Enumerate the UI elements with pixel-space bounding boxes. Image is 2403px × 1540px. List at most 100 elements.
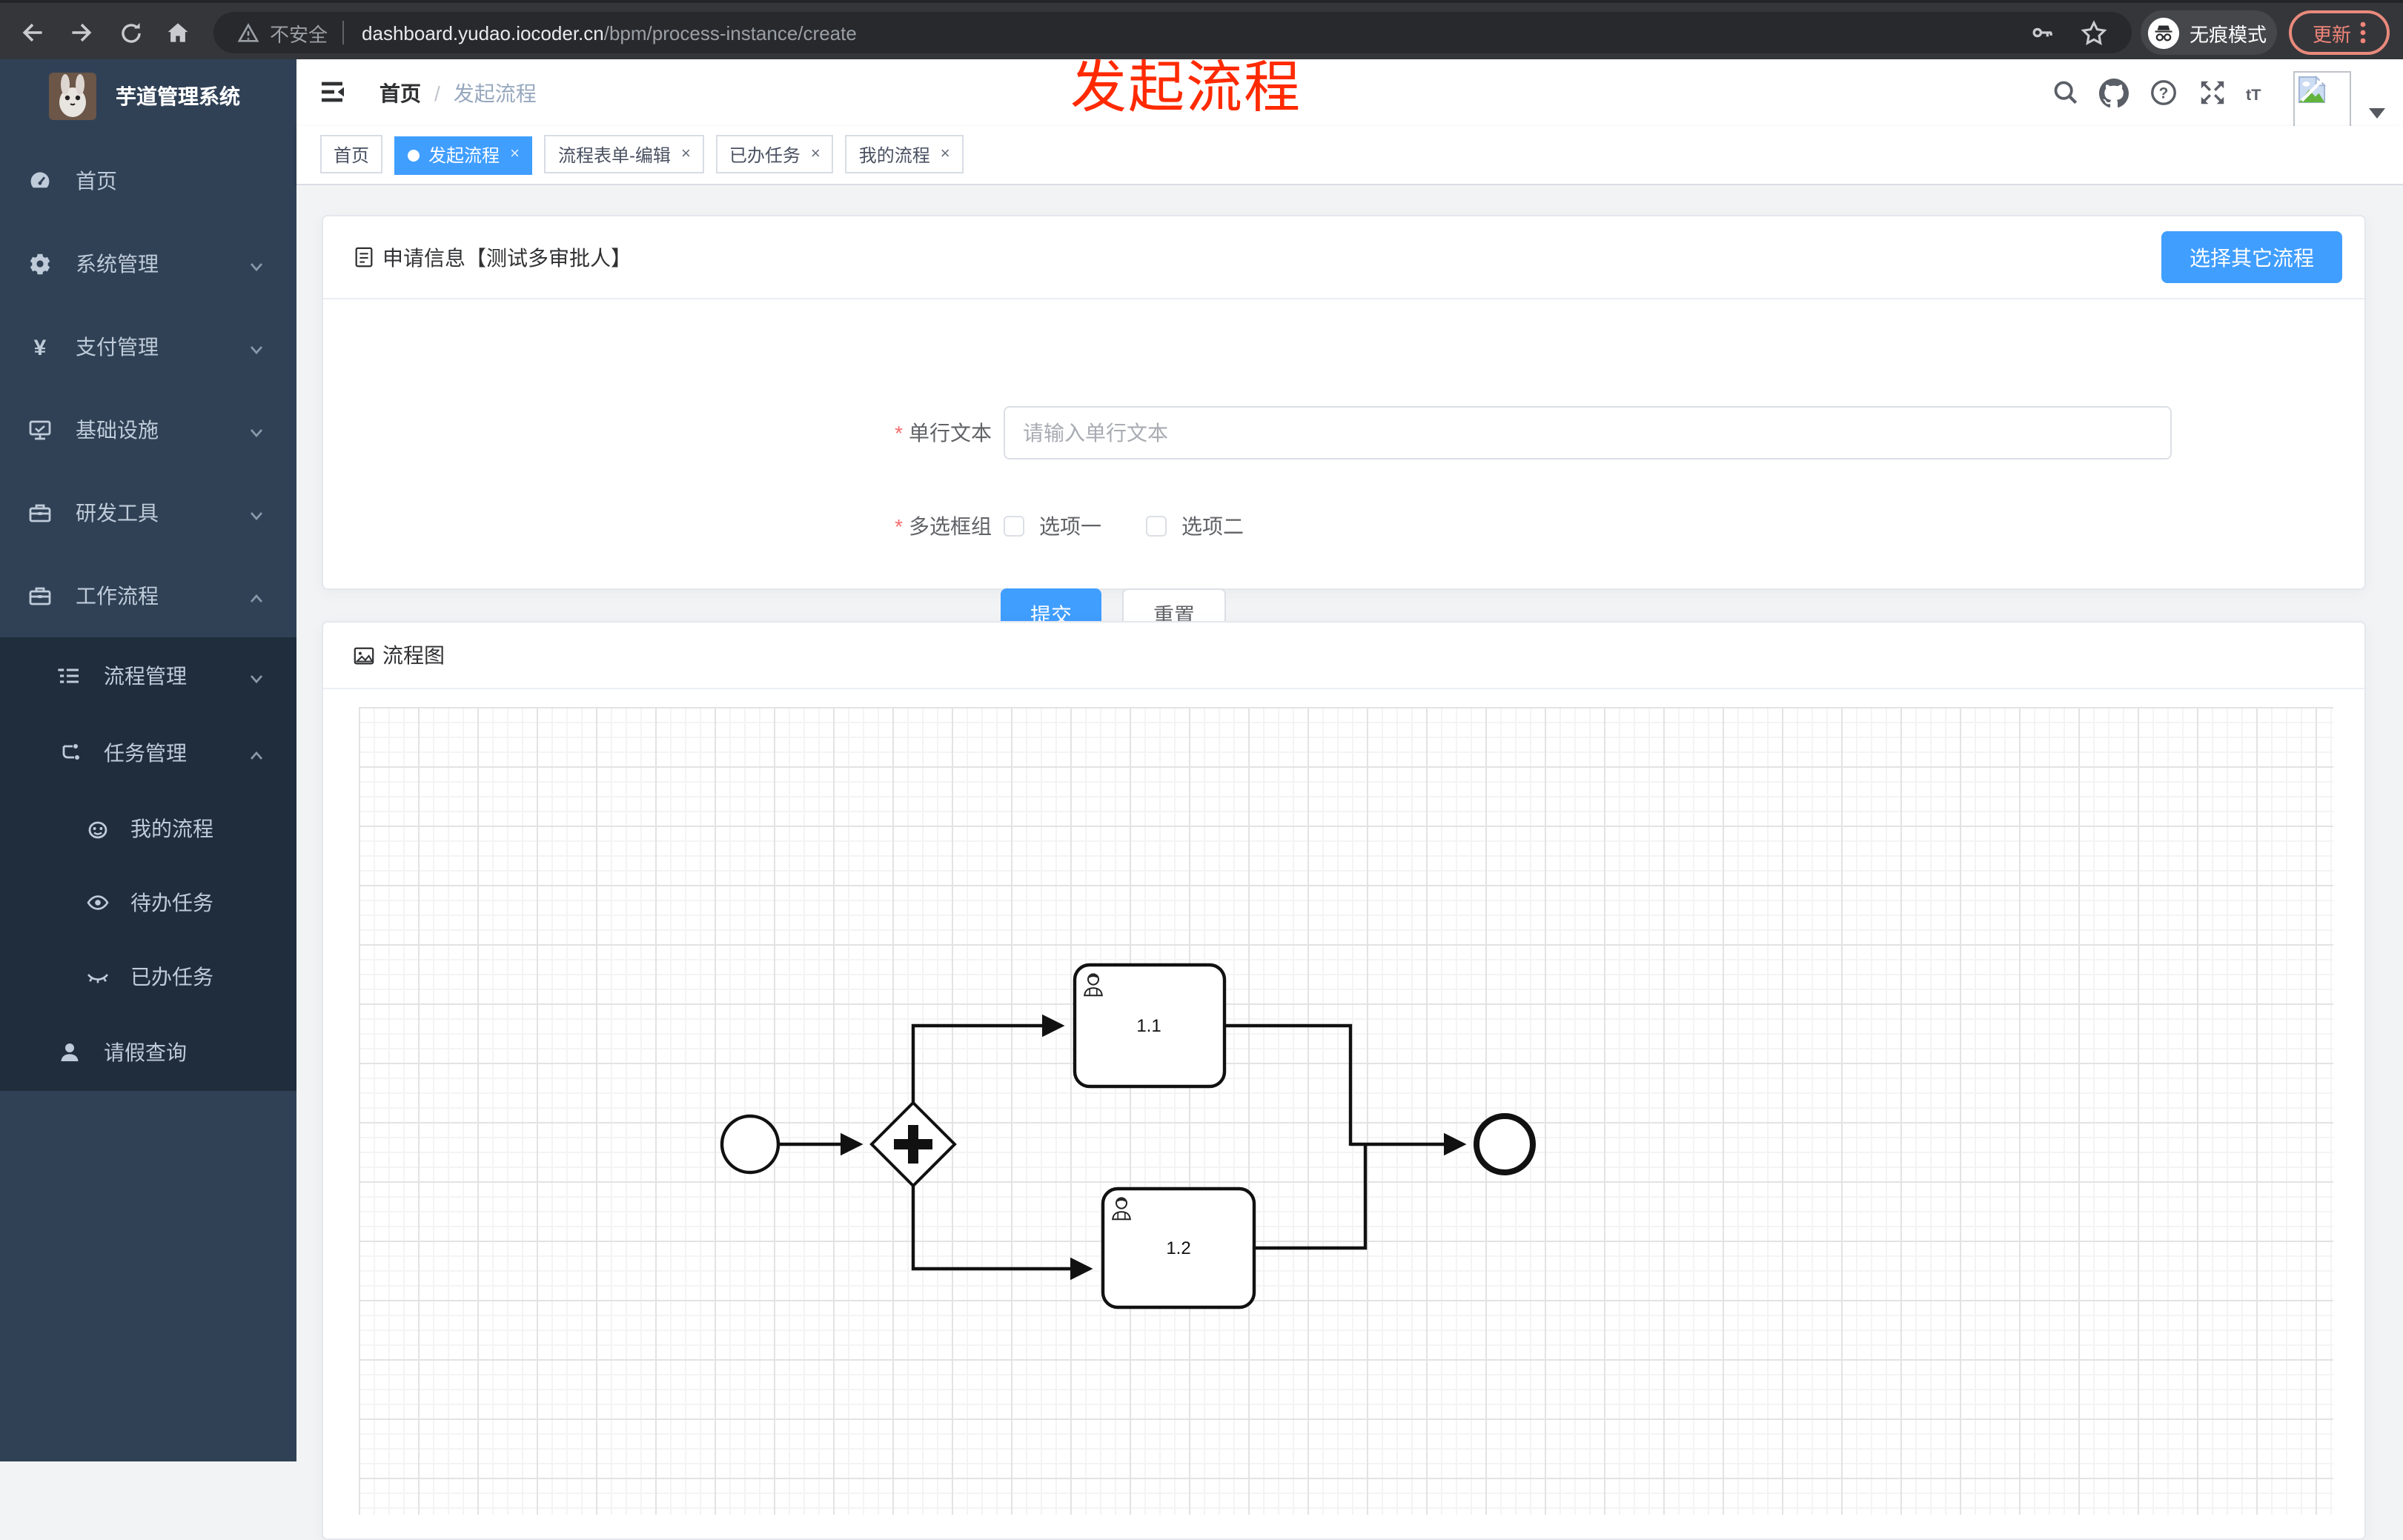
user-task-2-node[interactable]: 1.2	[1101, 1186, 1256, 1310]
process-diagram-title: 流程图	[382, 643, 445, 667]
tab-首页[interactable]: 首页	[320, 135, 383, 173]
monitor-icon	[28, 418, 52, 442]
hamburger-icon	[322, 82, 344, 102]
select-other-process-button[interactable]: 选择其它流程	[2161, 231, 2342, 283]
bpmn-canvas[interactable]: 1.1 1.2	[359, 707, 2333, 1515]
checkbox-option-1[interactable]: 选项一	[1004, 511, 1101, 541]
forward-arrow-icon	[72, 23, 92, 42]
end-event-node[interactable]	[1474, 1113, 1536, 1175]
app-logo-avatar	[49, 73, 96, 120]
github-link[interactable]	[2099, 78, 2129, 107]
browser-back-button[interactable]	[15, 15, 50, 50]
sidebar-item-infrastructure[interactable]: 基础设施	[0, 388, 296, 471]
tab-close-icon[interactable]: ×	[811, 145, 821, 162]
url-domain: dashboard.yudao.iocoder.cn	[362, 21, 604, 44]
url-path: /bpm/process-instance/create	[603, 21, 857, 44]
sidebar-item-my-process[interactable]: 我的流程	[0, 791, 296, 866]
browser-update-button[interactable]: 更新	[2289, 10, 2390, 55]
sidebar-collapse-button[interactable]	[317, 77, 347, 107]
sidebar-item-dev-tools[interactable]: 研发工具	[0, 471, 296, 554]
sidebar-item-label: 请假查询	[104, 1041, 187, 1064]
incognito-label: 无痕模式	[2190, 23, 2267, 45]
incognito-icon	[2147, 16, 2180, 49]
search-icon	[2053, 81, 2077, 104]
flow-gateway-to-task1	[911, 1014, 1065, 1104]
sidebar-item-payment-mgmt[interactable]: ¥ 支付管理	[0, 305, 296, 388]
single-line-label: * 单行文本	[895, 421, 992, 445]
font-size-button[interactable]: tT	[2246, 78, 2276, 107]
sidebar-item-label: 工作流程	[76, 584, 159, 608]
apply-info-card: 申请信息【测试多审批人】 选择其它流程 *单行文本 *多选框组 选项一选项二 提…	[322, 215, 2366, 642]
checkbox-group: 选项一 选项二	[1004, 499, 1288, 553]
question-circle-icon: ?	[2150, 80, 2175, 105]
sidebar-item-leave-query[interactable]: 请假查询	[0, 1014, 296, 1091]
browser-menu-dots-icon[interactable]	[2360, 21, 2366, 44]
browser-reload-button[interactable]	[113, 15, 148, 50]
sidebar-item-system-mgmt[interactable]: 系统管理	[0, 222, 296, 305]
picture-icon	[353, 644, 375, 666]
checkbox-box[interactable]	[1146, 516, 1167, 537]
document-icon	[353, 246, 375, 268]
browser-home-button[interactable]	[160, 15, 196, 50]
tab-close-icon[interactable]: ×	[510, 146, 520, 163]
avatar-dropdown-caret-icon[interactable]	[2369, 108, 2385, 119]
tab-流程表单-编辑[interactable]: 流程表单-编辑 ×	[544, 135, 704, 173]
broken-image-icon	[2298, 76, 2326, 104]
tab-label: 流程表单-编辑	[557, 145, 671, 165]
sidebar-item-label: 系统管理	[76, 252, 159, 276]
top-navbar: 首页 / 发起流程 ? tT	[296, 59, 2403, 129]
flow-icon	[58, 741, 82, 765]
tab-我的流程[interactable]: 我的流程 ×	[845, 135, 964, 173]
required-asterisk: *	[895, 514, 903, 538]
chevron-down-icon	[248, 258, 265, 276]
tab-close-icon[interactable]: ×	[941, 145, 950, 162]
sidebar-item-workflow[interactable]: 工作流程	[0, 554, 296, 637]
update-label: 更新	[2312, 23, 2351, 45]
font-size-icon: tT	[2246, 85, 2261, 104]
sidebar-item-done-tasks[interactable]: 已办任务	[0, 940, 296, 1014]
address-separator	[342, 21, 345, 44]
bookmark-star-icon[interactable]	[2080, 19, 2108, 47]
user-icon	[58, 1041, 82, 1064]
single-line-input[interactable]	[1004, 406, 2172, 459]
app-logo-row[interactable]: 芋道管理系统	[0, 59, 296, 133]
chevron-down-icon	[248, 341, 265, 359]
parallel-gateway-node[interactable]	[869, 1101, 957, 1188]
sidebar-item-home[interactable]: 首页	[0, 139, 296, 222]
screen: 不安全 dashboard.yudao.iocoder.cn/bpm/proce…	[0, 0, 2403, 1540]
checkbox-group-label: * 多选框组	[895, 514, 992, 538]
flow-gateway-to-task2	[911, 1184, 1093, 1281]
tab-发起流程[interactable]: 发起流程 ×	[394, 136, 533, 174]
sidebar-item-todo-tasks[interactable]: 待办任务	[0, 866, 296, 940]
tab-close-icon[interactable]: ×	[681, 145, 691, 162]
fullscreen-icon	[2200, 81, 2224, 104]
sidebar-item-process-mgmt[interactable]: 流程管理	[0, 637, 296, 714]
apply-info-card-header: 申请信息【测试多审批人】 选择其它流程	[323, 216, 2364, 299]
help-docs-button[interactable]: ?	[2148, 78, 2178, 107]
apply-info-title: 申请信息【测试多审批人】	[382, 245, 632, 269]
tab-label: 发起流程	[428, 145, 500, 166]
bpmn-diagram: 1.1 1.2	[720, 963, 1536, 1310]
not-secure-warning-icon	[237, 22, 259, 42]
flow-task2-to-join	[1254, 1143, 1368, 1250]
checkbox-box[interactable]	[1004, 516, 1024, 537]
sidebar-item-label: 流程管理	[104, 664, 187, 688]
tab-已办任务[interactable]: 已办任务 ×	[715, 135, 834, 173]
process-diagram-card-header: 流程图	[323, 623, 2364, 689]
checkbox-option-2[interactable]: 选项二	[1146, 511, 1244, 541]
breadcrumb-home[interactable]: 首页	[379, 78, 421, 107]
user-task-1-node[interactable]: 1.1	[1073, 963, 1227, 1089]
github-icon	[2099, 78, 2129, 107]
fullscreen-button[interactable]	[2197, 78, 2227, 107]
password-key-icon[interactable]	[2029, 19, 2056, 46]
flow-task1-to-join	[1224, 1023, 1353, 1146]
start-event-node[interactable]	[720, 1114, 780, 1175]
app-title: 芋道管理系统	[116, 84, 240, 108]
required-asterisk: *	[895, 421, 903, 445]
user-avatar[interactable]	[2293, 71, 2351, 129]
browser-forward-button[interactable]	[64, 15, 99, 50]
sidebar-item-label: 待办任务	[130, 891, 213, 915]
sidebar-item-task-mgmt[interactable]: 任务管理	[0, 714, 296, 791]
header-search-button[interactable]	[2050, 78, 2080, 107]
task1-label: 1.1	[1136, 1016, 1161, 1036]
